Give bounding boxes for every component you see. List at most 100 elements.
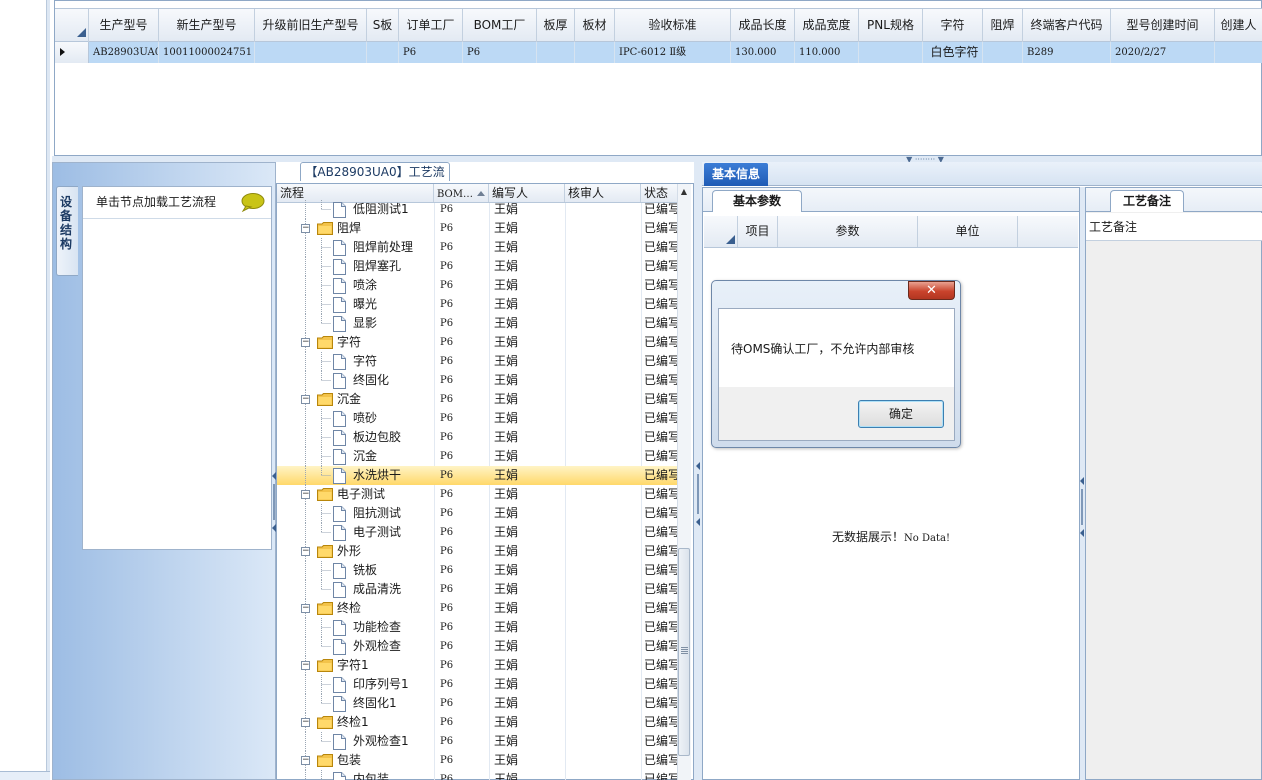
cell-status[interactable]: 已编写 xyxy=(644,561,677,580)
col-header-old-model[interactable]: 升级前旧生产型号 xyxy=(255,9,367,42)
cell-model[interactable]: AB28903UA0 xyxy=(89,42,159,63)
collapse-toggle-icon[interactable]: − xyxy=(301,395,310,404)
cell-bom[interactable]: P6 xyxy=(440,713,494,732)
collapse-toggle-icon[interactable]: − xyxy=(301,490,310,499)
tree-row[interactable]: 喷砂 P6 王娟 已编写 xyxy=(277,409,677,428)
collapse-toggle-icon[interactable]: − xyxy=(301,224,310,233)
tree-node-label[interactable]: 铣板 xyxy=(353,561,377,580)
tree-row[interactable]: 沉金 P6 王娟 已编写 xyxy=(277,447,677,466)
cell-bom[interactable]: P6 xyxy=(440,314,494,333)
cell-writer[interactable]: 王娟 xyxy=(494,219,564,238)
cell-status[interactable]: 已编写 xyxy=(644,238,677,257)
tree-node-label[interactable]: 终固化1 xyxy=(353,694,397,713)
cell-status[interactable]: 已编写 xyxy=(644,599,677,618)
cell-bom[interactable]: P6 xyxy=(440,675,494,694)
cell-bom[interactable]: P6 xyxy=(440,637,494,656)
col-header-material[interactable]: 板材 xyxy=(575,9,615,42)
collapse-toggle-icon[interactable]: − xyxy=(301,756,310,765)
cell-status[interactable]: 已编写 xyxy=(644,485,677,504)
tab-process-remarks[interactable]: 工艺备注 xyxy=(1110,190,1184,212)
cell-solder-mask[interactable] xyxy=(983,42,1023,63)
col-header-creator[interactable]: 创建人 xyxy=(1215,9,1262,42)
cell-status[interactable]: 已编写 xyxy=(644,428,677,447)
cell-s-board[interactable] xyxy=(367,42,399,63)
cell-writer[interactable]: 王娟 xyxy=(494,390,564,409)
tree-node-label[interactable]: 包装 xyxy=(337,751,361,770)
cell-status[interactable]: 已编写 xyxy=(644,466,677,485)
speech-bubble-icon[interactable] xyxy=(240,192,266,212)
tree-row[interactable]: 板边包胶 P6 王娟 已编写 xyxy=(277,428,677,447)
cell-reviewer[interactable] xyxy=(568,580,638,599)
cell-writer[interactable]: 王娟 xyxy=(494,561,564,580)
cell-reviewer[interactable] xyxy=(568,447,638,466)
cell-reviewer[interactable] xyxy=(568,295,638,314)
cell-status[interactable]: 已编写 xyxy=(644,618,677,637)
cell-reviewer[interactable] xyxy=(568,333,638,352)
tree-row[interactable]: 水洗烘干 P6 王娟 已编写 xyxy=(277,466,677,485)
cell-bom[interactable]: P6 xyxy=(440,770,494,780)
cell-bom[interactable]: P6 xyxy=(440,599,494,618)
cell-reviewer[interactable] xyxy=(568,542,638,561)
cell-writer[interactable]: 王娟 xyxy=(494,694,564,713)
tree-node-label[interactable]: 喷砂 xyxy=(353,409,377,428)
cell-writer[interactable]: 王娟 xyxy=(494,732,564,751)
row-indicator[interactable] xyxy=(55,42,89,63)
tree-row[interactable]: 字符 P6 王娟 已编写 xyxy=(277,352,677,371)
cell-reviewer[interactable] xyxy=(568,523,638,542)
cell-status[interactable]: 已编写 xyxy=(644,276,677,295)
cell-bom[interactable]: P6 xyxy=(440,371,494,390)
tree-row[interactable]: 低阻测试1 P6 王娟 已编写 xyxy=(277,200,677,219)
cell-bom[interactable]: P6 xyxy=(440,257,494,276)
cell-writer[interactable]: 王娟 xyxy=(494,447,564,466)
cell-reviewer[interactable] xyxy=(568,219,638,238)
tree-node-label[interactable]: 终固化 xyxy=(353,371,389,390)
tab-process-flow[interactable]: 【AB28903UA0】工艺流程 xyxy=(300,162,450,197)
cell-status[interactable]: 已编写 xyxy=(644,257,677,276)
tree-node-label[interactable]: 低阻测试1 xyxy=(353,200,409,219)
cell-customer-code[interactable]: B289 xyxy=(1023,42,1111,63)
col-header-bom-factory[interactable]: BOM工厂 xyxy=(463,9,537,42)
cell-status[interactable]: 已编写 xyxy=(644,390,677,409)
tree-node-label[interactable]: 显影 xyxy=(353,314,377,333)
cell-status[interactable]: 已编写 xyxy=(644,675,677,694)
cell-writer[interactable]: 王娟 xyxy=(494,504,564,523)
cell-writer[interactable]: 王娟 xyxy=(494,352,564,371)
tree-row[interactable]: 阻焊塞孔 P6 王娟 已编写 xyxy=(277,257,677,276)
tree-scroll-thumb[interactable] xyxy=(678,548,690,756)
cell-reviewer[interactable] xyxy=(568,504,638,523)
cell-status[interactable]: 已编写 xyxy=(644,580,677,599)
tree-node-label[interactable]: 沉金 xyxy=(353,447,377,466)
tree-row[interactable]: 终固化 P6 王娟 已编写 xyxy=(277,371,677,390)
tree-row[interactable]: − 字符 P6 王娟 已编写 xyxy=(277,333,677,352)
cell-status[interactable]: 已编写 xyxy=(644,333,677,352)
cell-bom[interactable]: P6 xyxy=(440,694,494,713)
cell-status[interactable]: 已编写 xyxy=(644,409,677,428)
tree-row[interactable]: − 终检 P6 王娟 已编写 xyxy=(277,599,677,618)
cell-writer[interactable]: 王娟 xyxy=(494,257,564,276)
cell-writer[interactable]: 王娟 xyxy=(494,713,564,732)
collapse-toggle-icon[interactable]: − xyxy=(301,661,310,670)
col-header-customer-code[interactable]: 终端客户代码 xyxy=(1023,9,1111,42)
cell-order-factory[interactable]: P6 xyxy=(399,42,463,63)
tree-row[interactable]: − 包装 P6 王娟 已编写 xyxy=(277,751,677,770)
cell-reviewer[interactable] xyxy=(568,656,638,675)
cell-writer[interactable]: 王娟 xyxy=(494,428,564,447)
col-header-unit[interactable]: 单位 xyxy=(918,216,1018,247)
tree-row[interactable]: 外观检查1 P6 王娟 已编写 xyxy=(277,732,677,751)
tree-node-label[interactable]: 字符 xyxy=(353,352,377,371)
tree-node-label[interactable]: 沉金 xyxy=(337,390,361,409)
tree-node-label[interactable]: 阻抗测试 xyxy=(353,504,401,523)
cell-reviewer[interactable] xyxy=(568,732,638,751)
cell-reviewer[interactable] xyxy=(568,371,638,390)
left-edge-splitter[interactable] xyxy=(46,0,50,780)
collapse-toggle-icon[interactable]: − xyxy=(301,604,310,613)
tree-node-label[interactable]: 功能检查 xyxy=(353,618,401,637)
cell-reviewer[interactable] xyxy=(568,238,638,257)
tree-row[interactable]: 功能检查 P6 王娟 已编写 xyxy=(277,618,677,637)
cell-status[interactable]: 已编写 xyxy=(644,295,677,314)
cell-bom[interactable]: P6 xyxy=(440,561,494,580)
tree-row[interactable]: 阻抗测试 P6 王娟 已编写 xyxy=(277,504,677,523)
col-header-character[interactable]: 字符 xyxy=(923,9,983,42)
tree-row[interactable]: 电子测试 P6 王娟 已编写 xyxy=(277,523,677,542)
tree-node-label[interactable]: 阻焊前处理 xyxy=(353,238,413,257)
